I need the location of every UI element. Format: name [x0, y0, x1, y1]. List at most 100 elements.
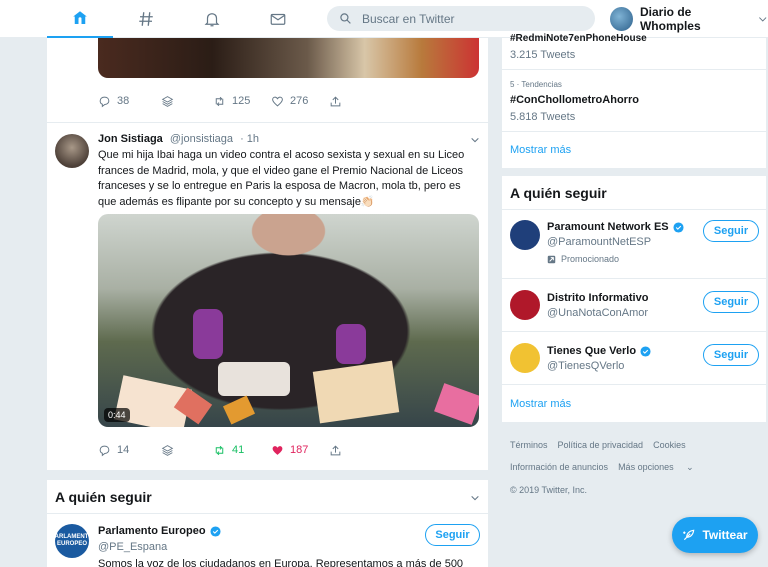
- account-divider: [502, 384, 766, 385]
- tweet-header: Jon Sistiaga @jonsistiaga · 1h: [98, 133, 259, 145]
- retweet-button[interactable]: 125: [213, 95, 271, 108]
- account-name[interactable]: Tienes Que Verlo: [547, 345, 651, 357]
- compose-feather-icon: [683, 529, 695, 541]
- home-tab[interactable]: [47, 0, 113, 38]
- follow-button[interactable]: Seguir: [703, 220, 759, 242]
- trend-divider: [502, 69, 766, 70]
- reply-icon: [99, 96, 110, 107]
- stack-button[interactable]: [161, 95, 213, 108]
- account-name[interactable]: Paramount Network ES: [547, 221, 684, 233]
- video-scene: [434, 383, 479, 425]
- section-divider: [47, 513, 488, 514]
- account-divider: [502, 278, 766, 279]
- like-count: 276: [290, 95, 309, 107]
- search-icon: [340, 13, 351, 24]
- messages-tab[interactable]: [245, 0, 311, 38]
- trend-count: 5.818 Tweets: [510, 111, 576, 123]
- like-button[interactable]: 187: [271, 444, 329, 457]
- trend-tag[interactable]: #ConChollometroAhorro: [510, 94, 639, 106]
- verified-badge-icon: [640, 345, 651, 357]
- parlamento-avatar[interactable]: PARLAMENTO EUROPEO: [51, 524, 93, 558]
- retweet-button[interactable]: 41: [213, 444, 271, 457]
- account-handle[interactable]: @ParamountNetESP: [547, 236, 651, 248]
- previous-tweet-media[interactable]: [98, 38, 479, 78]
- reply-count: 14: [117, 444, 130, 456]
- footer-link[interactable]: Cookies: [653, 440, 686, 450]
- tweet-text: Que mi hija Ibai haga un video contra el…: [98, 149, 465, 208]
- stack-layers-icon: [161, 95, 174, 107]
- account-handle[interactable]: @TienesQVerlo: [547, 360, 624, 372]
- tweet-video[interactable]: 0:44: [98, 214, 479, 427]
- sidebar-who-to-follow: A quién seguir Paramount Network ES @Par…: [502, 176, 766, 422]
- stack-button[interactable]: [161, 444, 213, 457]
- heart-icon: [272, 445, 283, 455]
- reply-count: 38: [117, 95, 130, 107]
- explore-tab[interactable]: [113, 0, 179, 38]
- tweet-menu-chevron-icon[interactable]: [470, 135, 480, 145]
- footer-link[interactable]: Política de privacidad: [558, 440, 644, 450]
- share-button[interactable]: [329, 444, 342, 457]
- timeline-who-to-follow: A quién seguir PARLAMENTO EUROPEO Parlam…: [47, 480, 488, 567]
- video-scene: [222, 395, 256, 425]
- show-more-trends-link[interactable]: Mostrar más: [510, 144, 571, 156]
- tweet-author-name[interactable]: Jon Sistiaga: [98, 133, 163, 145]
- tweet-author-avatar[interactable]: [55, 134, 89, 168]
- messages-mail-icon: [270, 13, 286, 25]
- account-avatar[interactable]: [510, 220, 540, 250]
- heart-icon: [272, 96, 283, 106]
- follow-button[interactable]: Seguir: [703, 344, 759, 366]
- home-icon: [73, 11, 87, 24]
- section-divider: [502, 209, 766, 210]
- reply-button[interactable]: 38: [98, 95, 161, 108]
- tweet-actions: 14 41 187: [98, 441, 342, 459]
- tweet-time[interactable]: · 1h: [240, 133, 259, 145]
- trend-tag[interactable]: #RedmiNote7enPhoneHouse: [510, 33, 647, 44]
- account-divider: [502, 331, 766, 332]
- share-button[interactable]: [329, 95, 342, 108]
- retweet-count: 41: [232, 444, 245, 456]
- account-name-text: Paramount Network ES: [547, 221, 669, 233]
- search-bar[interactable]: [327, 6, 595, 31]
- trends-panel: #RedmiNote7enPhoneHouse 3.215 Tweets 5 ·…: [502, 33, 766, 168]
- retweet-count: 125: [232, 95, 251, 107]
- account-handle[interactable]: @UnaNotaConAmor: [547, 307, 648, 319]
- notifications-tab[interactable]: [179, 0, 245, 38]
- account-avatar[interactable]: [510, 343, 540, 373]
- account-name[interactable]: Parlamento Europeo: [98, 525, 221, 537]
- show-more-accounts-link[interactable]: Mostrar más: [510, 398, 571, 410]
- verified-badge-icon: [673, 221, 684, 233]
- compose-tweet-button[interactable]: Twittear: [672, 517, 758, 553]
- account-avatar[interactable]: [610, 7, 633, 31]
- account-name-text: Distrito Informativo: [547, 292, 649, 304]
- promoted-label: Promocionado: [547, 254, 619, 264]
- video-scene: [218, 362, 290, 396]
- footer-link[interactable]: Información de anuncios: [510, 462, 608, 473]
- follow-button[interactable]: Seguir: [425, 524, 480, 546]
- notifications-bell-icon: [204, 13, 220, 27]
- video-scene: [336, 324, 366, 364]
- account-name: Diario de Whomples: [639, 5, 701, 33]
- retweet-icon: [215, 96, 224, 106]
- trend-meta: 5 · Tendencias: [510, 80, 562, 89]
- stack-layers-icon: [161, 444, 174, 456]
- video-scene: [193, 309, 223, 359]
- copyright: © 2019 Twitter, Inc.: [510, 485, 588, 495]
- account-handle[interactable]: @PE_Espana: [98, 541, 167, 553]
- footer-more-options[interactable]: Más opciones ⌄: [618, 462, 704, 473]
- tweet-author-handle[interactable]: @jonsistiaga: [170, 133, 233, 145]
- footer-link: Más opciones: [618, 462, 674, 472]
- footer: Términos Política de privacidad Cookies …: [510, 440, 760, 507]
- section-title: A quién seguir: [55, 489, 152, 505]
- avatar-logo-text: PARLAMENTO EUROPEO: [51, 534, 93, 547]
- footer-link[interactable]: Términos: [510, 440, 548, 450]
- search-input[interactable]: [362, 11, 562, 26]
- like-button[interactable]: 276: [271, 95, 329, 108]
- reply-button[interactable]: 14: [98, 444, 161, 457]
- follow-button[interactable]: Seguir: [703, 291, 759, 313]
- account-name-text: Tienes Que Verlo: [547, 345, 637, 357]
- chevron-down-icon[interactable]: [470, 493, 480, 503]
- account-name[interactable]: Distrito Informativo: [547, 292, 648, 304]
- account-menu[interactable]: Diario de Whomples: [610, 5, 768, 33]
- reply-icon: [99, 445, 110, 456]
- account-avatar[interactable]: [510, 290, 540, 320]
